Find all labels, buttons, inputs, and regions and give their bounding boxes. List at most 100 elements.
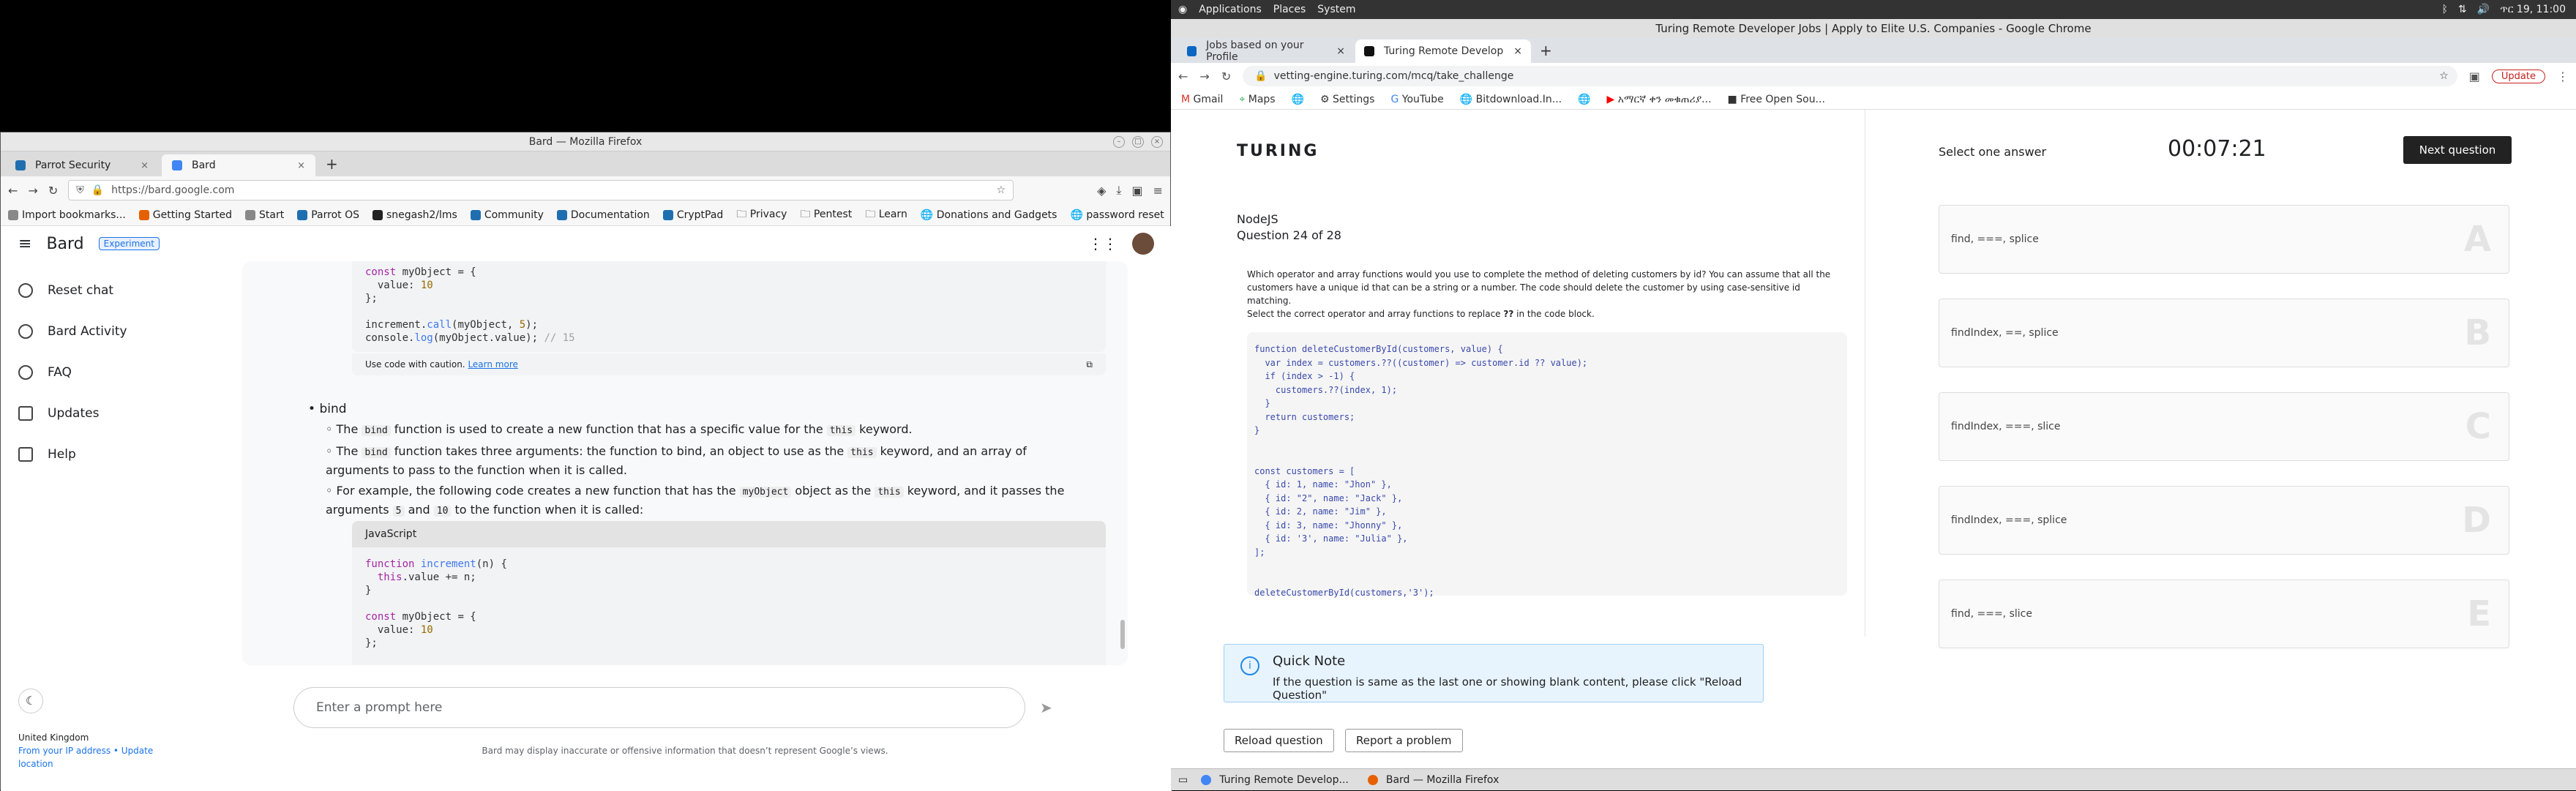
extension-icon[interactable]: ▣ <box>2469 70 2480 83</box>
extension-icon[interactable]: ▣ <box>1131 184 1142 198</box>
menu-applications[interactable]: Applications <box>1199 4 1262 15</box>
t: keyword. <box>855 422 913 436</box>
sidebar-item-help[interactable]: Help <box>1 434 220 475</box>
back-icon[interactable]: ← <box>1178 70 1188 83</box>
back-icon[interactable]: ← <box>8 184 18 198</box>
bookmark-item[interactable]: Community <box>471 209 544 221</box>
right-screen: ◉ Applications Places System ᛒ ⇅ 🔊 ጥር 19… <box>1171 0 2576 790</box>
reload-icon[interactable]: ↻ <box>48 184 58 198</box>
reload-icon[interactable]: ↻ <box>1221 70 1231 83</box>
bookmark-item[interactable]: Getting Started <box>139 209 232 221</box>
show-desktop-icon[interactable]: ▭ <box>1178 774 1188 786</box>
option-b[interactable]: findIndex, ==, spliceB <box>1939 299 2509 367</box>
tab-bard[interactable]: Bard× <box>162 154 315 176</box>
youtube-icon: ▶ <box>1607 94 1615 105</box>
bookmark-label: Community <box>484 209 544 221</box>
star-icon[interactable]: ☆ <box>2439 70 2457 82</box>
folder-icon: 🗀 <box>865 209 875 220</box>
copy-icon[interactable]: ⧉ <box>1086 359 1093 370</box>
bookmark-item[interactable]: CryptPad <box>663 209 723 221</box>
parrot-icon <box>297 210 307 220</box>
pocket-icon[interactable]: ◈ <box>1097 184 1106 198</box>
close-tab-icon[interactable]: × <box>141 160 149 171</box>
bookmark-gmail[interactable]: M Gmail <box>1181 94 1223 105</box>
bookmark-item[interactable]: 🌐 Donations and Gadgets <box>921 209 1057 221</box>
option-d[interactable]: findIndex, ===, spliceD <box>1939 486 2509 555</box>
new-tab-icon[interactable]: + <box>1532 42 1560 59</box>
menu-icon[interactable]: ≡ <box>1153 184 1163 198</box>
minimize-icon[interactable]: – <box>1113 136 1125 148</box>
download-icon[interactable]: ⤓ <box>1116 183 1121 198</box>
bookmark-star-icon[interactable]: ☆ <box>997 184 1006 196</box>
close-tab-icon[interactable]: × <box>297 160 305 171</box>
send-icon[interactable]: ➤ <box>1040 699 1052 716</box>
forward-icon[interactable]: → <box>28 184 37 198</box>
hamburger-icon[interactable]: ≡ <box>18 235 31 253</box>
url-bar[interactable]: ⛨ 🔒 https://bard.google.com ☆ <box>68 180 1014 200</box>
bookmark-item[interactable]: 🌐 password reset <box>1070 209 1164 221</box>
network-icon[interactable]: ⇅ <box>2458 4 2467 15</box>
maximize-icon[interactable]: □ <box>1132 136 1144 148</box>
reload-question-button[interactable]: Reload question <box>1224 729 1334 752</box>
volume-icon[interactable]: 🔊 <box>2477 4 2490 15</box>
tab-jobs[interactable]: Jobs based on your Profile× <box>1178 40 1354 63</box>
menu-system[interactable]: System <box>1317 4 1355 15</box>
bookmark-freeopen[interactable]: ■ Free Open Sou... <box>1728 94 1825 105</box>
sidebar-item-bard-activity[interactable]: Bard Activity <box>1 311 220 352</box>
update-button[interactable]: Update <box>2492 70 2545 83</box>
bookmark-item[interactable]: Start <box>245 209 284 221</box>
bookmark-bitdownload[interactable]: 🌐 Bitdownload.In... <box>1460 94 1562 105</box>
option-e[interactable]: find, ===, sliceE <box>1939 580 2509 648</box>
apps-grid-icon[interactable]: ⋮⋮ <box>1088 235 1117 252</box>
bookmark-item[interactable]: 🌐 <box>1292 94 1304 105</box>
forward-icon[interactable]: → <box>1199 70 1209 83</box>
option-c[interactable]: findIndex, ===, sliceC <box>1939 392 2509 461</box>
parrot-menu-icon[interactable]: ◉ <box>1178 4 1187 15</box>
avatar[interactable] <box>1132 233 1154 255</box>
bookmark-label: snegash2/lms <box>386 209 457 221</box>
bookmark-item[interactable]: Import bookmarks... <box>8 209 126 221</box>
menu-places[interactable]: Places <box>1273 4 1306 15</box>
bookmark-item[interactable]: snegash2/lms <box>372 209 457 221</box>
scrollbar[interactable] <box>1120 620 1125 649</box>
sidebar-item-faq[interactable]: FAQ <box>1 352 220 393</box>
bookmark-folder[interactable]: 🗀 Privacy <box>736 206 787 224</box>
dark-mode-icon[interactable]: ☾ <box>18 689 43 713</box>
bookmark-item[interactable]: Documentation <box>557 209 650 221</box>
learn-more-link[interactable]: Learn more <box>468 359 517 370</box>
bookmark-folder[interactable]: 🗀 Learn <box>865 206 907 224</box>
next-question-button[interactable]: Next question <box>2403 136 2512 164</box>
tab-turing[interactable]: Turing Remote Develop× <box>1355 40 1531 63</box>
t: The <box>337 444 362 458</box>
tab-parrot-security[interactable]: Parrot Security× <box>5 154 159 176</box>
globe-icon: 🌐 <box>1292 94 1304 105</box>
bookmark-settings[interactable]: ⚙ Settings <box>1320 94 1374 105</box>
bookmark-amharic[interactable]: ▶ አማርኛ ቀን መቁጠሪያ... <box>1607 94 1712 105</box>
bookmark-folder[interactable]: 🗀 Pentest <box>800 206 852 224</box>
globe-icon: 🌐 <box>921 209 933 221</box>
sidebar-item-updates[interactable]: Updates <box>1 393 220 434</box>
bard-logo: Bard <box>46 235 83 253</box>
close-tab-icon[interactable]: × <box>1336 45 1345 57</box>
option-a[interactable]: find, ===, spliceA <box>1939 205 2509 274</box>
update-location-link[interactable]: From your IP address • Update location <box>18 744 165 771</box>
clock[interactable]: ጥር 19, 11:00 <box>2500 4 2566 15</box>
bookmarks-toolbar: Import bookmarks... Getting Started Star… <box>1 204 1170 226</box>
taskbar-item-firefox[interactable]: Bard — Mozilla Firefox <box>1362 774 1505 786</box>
code-block-js: JavaScript function increment(n) { this.… <box>352 521 1106 665</box>
bookmark-label: Pentest <box>814 209 852 220</box>
taskbar-item-chrome[interactable]: Turing Remote Develop... <box>1195 774 1355 786</box>
new-tab-icon[interactable]: + <box>318 155 345 173</box>
bluetooth-icon[interactable]: ᛒ <box>2442 4 2448 15</box>
prompt-input[interactable]: Enter a prompt here <box>293 687 1025 728</box>
bookmark-item[interactable]: Parrot OS <box>297 209 359 221</box>
chrome-url-bar[interactable]: 🔒 vetting-engine.turing.com/mcq/take_cha… <box>1243 66 2457 86</box>
bookmark-maps[interactable]: ⌖ Maps <box>1239 94 1275 105</box>
bookmark-item[interactable]: 🌐 <box>1578 94 1590 105</box>
bookmark-youtube[interactable]: G YouTube <box>1390 94 1443 105</box>
sidebar-item-reset-chat[interactable]: Reset chat <box>1 270 220 311</box>
close-icon[interactable]: × <box>1151 136 1163 148</box>
chrome-menu-icon[interactable]: ⋮ <box>2557 70 2569 83</box>
report-problem-button[interactable]: Report a problem <box>1345 729 1463 752</box>
close-tab-icon[interactable]: × <box>1513 45 1522 57</box>
